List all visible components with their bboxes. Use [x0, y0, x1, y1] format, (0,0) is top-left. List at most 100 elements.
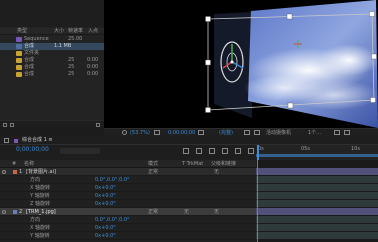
layer-row[interactable]: 1 [背景图片.ai] 正常 无	[0, 168, 256, 176]
transform-handle	[287, 102, 294, 109]
composition-icon	[16, 44, 22, 49]
project-footer	[0, 120, 104, 128]
timeline-icon[interactable]	[344, 130, 350, 135]
property-row[interactable]: Z 轴旋转 0x+0.0°	[0, 200, 256, 208]
close-icon[interactable]	[4, 138, 9, 143]
property-track	[256, 232, 378, 239]
comp-flowchart-icon[interactable]	[183, 148, 189, 154]
tab-composition[interactable]: 综合合成 1 ≡	[22, 138, 53, 143]
column-in[interactable]: 入点	[88, 29, 98, 34]
shy-icon[interactable]	[209, 148, 215, 154]
item-in: 0:00	[87, 64, 99, 70]
property-row[interactable]: Y 轴旋转 0x+0.0°	[0, 192, 256, 200]
layer-duration-bar[interactable]	[256, 168, 378, 175]
property-track	[256, 192, 378, 199]
property-row[interactable]: X 轴旋转 0x+0.0°	[0, 184, 256, 192]
track-area[interactable]	[256, 160, 378, 242]
project-item[interactable]: 合成 1.1 MB	[0, 43, 104, 50]
property-value[interactable]: 0x+0.0°	[95, 202, 116, 207]
layer-name[interactable]: [TRM_1.jpg]	[26, 210, 56, 215]
project-item[interactable]: 合成 25 0:00	[0, 71, 104, 78]
ruler-mark: 10s	[351, 146, 360, 152]
blend-mode[interactable]: 正常	[148, 170, 158, 175]
transform-handle	[205, 59, 211, 66]
property-row[interactable]: 方向 0.0°,0.0°,0.0°	[0, 176, 256, 184]
layer-row[interactable]: 2 [TRM_1.jpg] 正常 无 无	[0, 208, 256, 216]
project-column-header: 类型 大小 帧速率 入点	[0, 28, 104, 35]
playhead[interactable]	[257, 145, 259, 160]
draft-3d-icon[interactable]	[196, 148, 202, 154]
item-fps: 25	[68, 64, 75, 70]
search-input[interactable]	[60, 148, 100, 154]
project-item[interactable]: 文件夹	[0, 50, 104, 57]
blend-mode[interactable]: 正常	[148, 210, 158, 215]
composition-viewer[interactable]	[104, 0, 378, 128]
property-name: 方向	[30, 217, 41, 223]
column-layer-name[interactable]: 名称	[24, 162, 34, 167]
item-type: Sequence	[24, 36, 49, 42]
property-row[interactable]: 方向 0.0°,0.0°,0.0°	[0, 216, 256, 224]
graph-editor-icon[interactable]	[248, 148, 254, 154]
timeline-controls: 0;00;00;00 0s 05s 10s	[0, 145, 378, 160]
property-name: 方向	[30, 177, 41, 183]
transform-handle	[286, 13, 293, 20]
property-value[interactable]: 0x+0.0°	[95, 194, 116, 199]
parent-link[interactable]: 无	[214, 210, 219, 215]
project-item[interactable]: 合成 25 0:00	[0, 57, 104, 64]
project-item[interactable]: 合成 25 0:00	[0, 64, 104, 71]
label-color-swatch[interactable]	[13, 170, 17, 174]
property-value[interactable]: 0x+0.0°	[95, 186, 116, 191]
region-of-interest-icon[interactable]	[244, 130, 250, 135]
always-preview-icon[interactable]	[122, 130, 127, 135]
property-track	[256, 184, 378, 191]
transparency-grid-icon[interactable]	[254, 130, 260, 135]
item-in: 0:00	[87, 71, 99, 77]
parent-link[interactable]: 无	[214, 170, 219, 175]
column-mode: 模式	[148, 161, 159, 167]
transform-handle	[371, 53, 377, 60]
label-color-swatch[interactable]	[13, 210, 17, 214]
column-framerate[interactable]: 帧速率	[68, 29, 83, 34]
layer-name[interactable]: [背景图片.ai]	[26, 170, 56, 175]
work-area-bar[interactable]	[256, 154, 378, 157]
column-size[interactable]: 大小	[54, 29, 64, 34]
trash-icon[interactable]	[96, 123, 100, 127]
anchor-point	[230, 60, 234, 64]
property-row[interactable]: Y 轴旋转 0x+0.0°	[0, 232, 256, 240]
property-track	[256, 224, 378, 231]
item-in: 0:00	[87, 57, 99, 63]
track-matte[interactable]: 无	[184, 210, 189, 215]
item-type: 合成	[24, 43, 35, 49]
column-parent: 父级和链接	[211, 161, 237, 167]
column-name[interactable]: 类型	[17, 29, 27, 34]
timeline-timecode[interactable]: 0;00;00;00	[16, 147, 49, 153]
new-comp-icon[interactable]	[10, 123, 14, 127]
transform-handle	[369, 11, 375, 17]
item-type: 合成	[24, 57, 35, 63]
item-size: 1.1 MB	[54, 43, 72, 49]
property-value[interactable]: 0x+0.0°	[95, 234, 116, 239]
motion-blur-icon[interactable]	[235, 148, 241, 154]
layer-ghost-plane	[214, 12, 252, 118]
time-ruler[interactable]: 0s 05s 10s	[256, 145, 378, 160]
project-item[interactable]: Sequence 25.00	[0, 36, 104, 43]
layer-duration-bar[interactable]	[256, 208, 378, 215]
fast-preview-icon[interactable]	[334, 130, 340, 135]
property-value[interactable]: 0.0°,0.0°,0.0°	[95, 178, 130, 183]
transform-handle	[205, 16, 211, 22]
visibility-eye-icon[interactable]	[2, 210, 6, 214]
property-row[interactable]: X 轴旋转 0x+0.0°	[0, 224, 256, 232]
folder-icon	[16, 72, 22, 77]
cloud-shape	[289, 80, 378, 110]
property-name: Y 轴旋转	[30, 193, 50, 199]
transform-handle	[370, 97, 376, 103]
property-value[interactable]: 0.0°,0.0°,0.0°	[95, 218, 130, 223]
new-folder-icon[interactable]	[3, 123, 7, 127]
property-track	[256, 200, 378, 207]
visibility-eye-icon[interactable]	[2, 170, 6, 174]
snapshot-icon[interactable]	[198, 130, 204, 135]
layer-number: 1	[19, 169, 23, 175]
frame-blend-icon[interactable]	[222, 148, 228, 154]
property-value[interactable]: 0x+0.0°	[95, 226, 116, 231]
safe-area-icon[interactable]	[154, 130, 160, 135]
